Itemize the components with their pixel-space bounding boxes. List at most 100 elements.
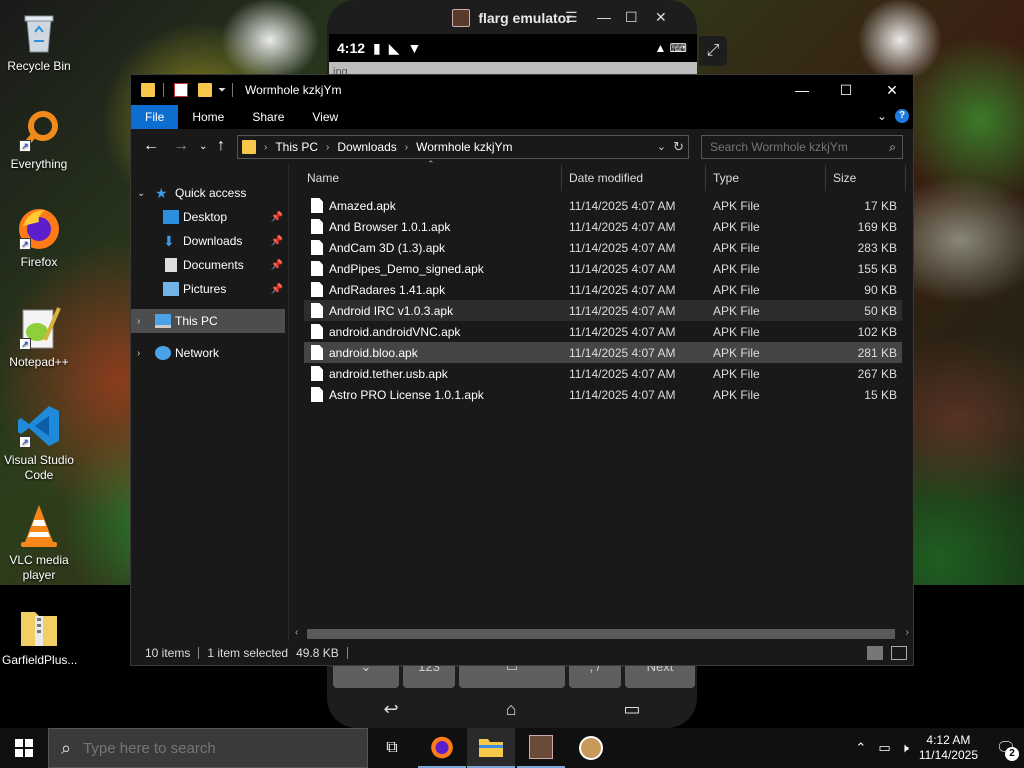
volume-muted-icon[interactable]: 🕨 — [901, 740, 909, 756]
desktop-icon-recycle-bin[interactable]: Recycle Bin — [2, 8, 76, 74]
desktop-icon-notepadpp[interactable]: ↗ Notepad++ — [2, 304, 76, 370]
file-explorer-window[interactable]: ⏷ Wormhole kzkjYm — ☐ ✕ File Home Share … — [130, 74, 914, 666]
network-status-icon[interactable]: ▭ — [878, 740, 890, 756]
nav-downloads[interactable]: ⬇ Downloads 📌 — [131, 229, 289, 253]
maximize-button[interactable]: ☐ — [823, 75, 869, 105]
emulator-close-button[interactable]: ✕ — [655, 9, 667, 26]
column-name[interactable]: Name — [307, 171, 339, 185]
table-row[interactable]: AndRadares 1.41.apk 11/14/2025 4:07 AM APK… — [304, 279, 902, 300]
notification-center-button[interactable]: 🗨 2 — [988, 728, 1024, 768]
tab-home[interactable]: Home — [178, 105, 238, 129]
breadcrumb-current[interactable]: Wormhole kzkjYm — [416, 140, 512, 154]
nav-desktop[interactable]: Desktop 📌 — [131, 205, 289, 229]
table-row[interactable]: AndCam 3D (1.3).apk 11/14/2025 4:07 AM APK… — [304, 237, 902, 258]
table-row[interactable]: android.androidVNC.apk 11/14/2025 4:07 AM… — [304, 321, 902, 342]
expand-ribbon-icon[interactable]: ⌄ — [877, 109, 887, 123]
nav-this-pc[interactable]: › This PC — [131, 309, 285, 333]
desktop-icon-everything[interactable]: ↗ Everything — [2, 106, 76, 172]
address-bar[interactable]: › This PC › Downloads › Wormhole kzkjYm … — [237, 135, 689, 159]
home-nav-icon[interactable]: ⌂ — [506, 699, 517, 720]
back-arrow-icon[interactable]: ← — [143, 137, 159, 155]
file-type: APK File — [713, 388, 760, 402]
breadcrumb-this-pc[interactable]: This PC — [275, 140, 318, 154]
taskbar-emulator[interactable] — [517, 728, 565, 768]
tab-share[interactable]: Share — [238, 105, 298, 129]
taskbar-app[interactable] — [567, 728, 615, 768]
column-size[interactable]: Size — [833, 171, 856, 185]
scrollbar-thumb[interactable] — [307, 629, 895, 639]
taskbar-search-input[interactable] — [83, 739, 344, 757]
up-arrow-icon[interactable]: ↑ — [217, 137, 225, 155]
pin-icon[interactable]: 📌 — [271, 212, 283, 223]
emulator-screen[interactable]: 4:12 ▮ ◣ ▼ ▲ ⌨ — [329, 34, 697, 74]
table-row[interactable]: android.tether.usb.apk 11/14/2025 4:07 AM… — [304, 363, 902, 384]
new-folder-icon[interactable] — [198, 83, 212, 97]
table-row[interactable]: Android IRC v1.0.3.apk 11/14/2025 4:07 AM… — [304, 300, 902, 321]
table-row[interactable]: Amazed.apk 11/14/2025 4:07 AM APK File 17 K… — [304, 195, 902, 216]
pin-icon[interactable]: 📌 — [271, 260, 283, 271]
column-type[interactable]: Type — [713, 171, 739, 185]
pin-icon[interactable]: 📌 — [271, 284, 283, 295]
chevron-up-icon[interactable]: ⌃ — [855, 740, 866, 756]
file-icon — [311, 303, 323, 318]
start-button[interactable] — [0, 728, 48, 768]
table-row[interactable]: AndPipes_Demo_signed.apk 11/14/2025 4:07 … — [304, 258, 902, 279]
chevron-down-icon[interactable]: ⌄ — [137, 188, 145, 199]
forward-arrow-icon[interactable]: → — [173, 137, 189, 155]
large-icons-view-icon[interactable] — [891, 646, 907, 660]
pin-icon[interactable]: 📌 — [271, 236, 283, 247]
details-view-icon[interactable] — [867, 646, 883, 660]
close-button[interactable]: ✕ — [869, 75, 915, 105]
nav-network[interactable]: › Network — [131, 341, 289, 365]
nav-pictures[interactable]: Pictures 📌 — [131, 277, 289, 301]
emulator-menu-icon[interactable]: ☰ — [565, 9, 578, 26]
breadcrumb-downloads[interactable]: Downloads — [337, 140, 396, 154]
clock[interactable]: 4:12 AM 11/14/2025 — [919, 733, 978, 763]
table-row[interactable]: android.bloo.apk 11/14/2025 4:07 AM APK Fi… — [304, 342, 902, 363]
help-icon[interactable]: ? — [895, 109, 909, 123]
column-divider[interactable] — [705, 165, 706, 191]
search-input[interactable] — [710, 140, 870, 154]
emulator-fullscreen-icon[interactable]: ⤢ — [699, 36, 727, 66]
nav-documents[interactable]: Documents 📌 — [131, 253, 289, 277]
desktop-icon-vscode[interactable]: ↗ Visual Studio Code — [2, 402, 76, 483]
search-icon[interactable]: ⌕ — [889, 140, 896, 155]
column-date[interactable]: Date modified — [569, 171, 643, 185]
taskbar-firefox[interactable] — [418, 728, 466, 768]
search-box[interactable]: ⌕ — [701, 135, 903, 159]
address-dropdown-icon[interactable]: ⌄ — [657, 140, 666, 153]
scroll-left-icon[interactable]: ‹ — [295, 627, 298, 638]
back-nav-icon[interactable]: ↩ — [384, 699, 399, 720]
emulator-title: flarg emulator — [478, 10, 572, 26]
desktop-icon-label: Notepad++ — [9, 355, 69, 369]
recent-locations-icon[interactable]: ⌄ — [199, 141, 207, 152]
quick-access-dropdown-icon[interactable]: ⏷ — [218, 85, 226, 96]
column-divider[interactable] — [825, 165, 826, 191]
column-divider[interactable] — [561, 165, 562, 191]
refresh-icon[interactable]: ↻ — [673, 139, 684, 155]
table-row[interactable]: Astro PRO License 1.0.1.apk 11/14/2025 4:… — [304, 384, 902, 405]
emulator-minimize-button[interactable]: — — [597, 9, 611, 25]
task-view-button[interactable]: ⧉ — [368, 728, 416, 768]
tab-view[interactable]: View — [298, 105, 352, 129]
emulator-titlebar[interactable]: flarg emulator — [327, 0, 697, 36]
scroll-right-icon[interactable]: › — [906, 627, 909, 638]
table-row[interactable]: And Browser 1.0.1.apk 11/14/2025 4:07 AM A… — [304, 216, 902, 237]
column-divider[interactable] — [905, 165, 906, 191]
nav-quick-access[interactable]: ⌄ ★ Quick access — [131, 181, 289, 205]
file-icon — [311, 219, 323, 234]
desktop-icon-firefox[interactable]: ↗ Firefox — [2, 204, 76, 270]
taskbar-search-box[interactable]: ⌕ — [48, 728, 368, 768]
desktop-icon-garfield[interactable]: GarfieldPlus... — [2, 602, 77, 668]
chevron-right-icon[interactable]: › — [137, 316, 140, 327]
horizontal-scrollbar[interactable]: ‹ › — [291, 627, 913, 641]
explorer-titlebar[interactable]: ⏷ Wormhole kzkjYm — ☐ ✕ — [131, 75, 913, 105]
emulator-maximize-button[interactable]: ☐ — [625, 9, 638, 26]
chevron-right-icon[interactable]: › — [137, 348, 140, 359]
taskbar-file-explorer[interactable] — [467, 728, 515, 768]
minimize-button[interactable]: — — [779, 75, 825, 105]
tab-file[interactable]: File — [131, 105, 179, 129]
recents-nav-icon[interactable]: ▭ — [623, 699, 640, 720]
properties-icon[interactable] — [174, 83, 188, 97]
desktop-icon-vlc[interactable]: VLC media player — [2, 502, 76, 583]
